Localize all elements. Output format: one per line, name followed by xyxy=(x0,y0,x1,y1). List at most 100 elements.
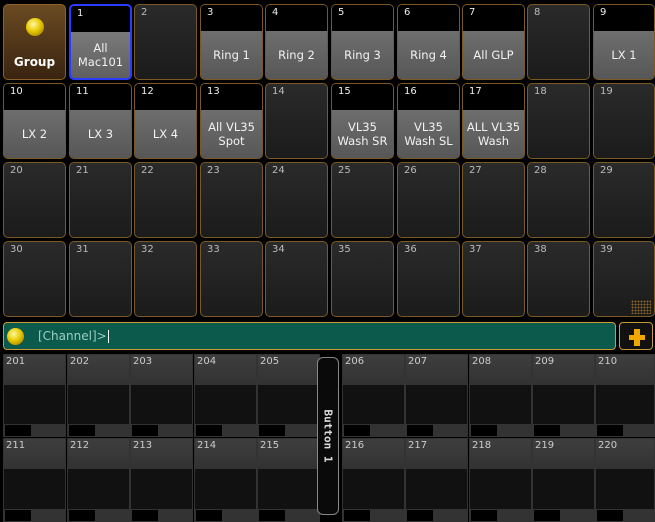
executor-219[interactable]: 219 xyxy=(532,438,595,522)
executor-216[interactable]: 216 xyxy=(342,438,405,522)
group-cell-27[interactable]: 27 xyxy=(462,162,525,238)
executor-fader-indicator xyxy=(69,510,95,521)
executor-204[interactable]: 204 xyxy=(194,354,257,437)
group-cell-12[interactable]: LX 4 12 xyxy=(134,83,197,159)
group-cell-number: 10 xyxy=(10,86,23,97)
group-cell-8[interactable]: 8 xyxy=(527,4,590,80)
executor-fader-indicator xyxy=(132,425,158,436)
executor-footer xyxy=(533,424,594,436)
group-cell-14[interactable]: 14 xyxy=(265,83,328,159)
group-cell-24[interactable]: 24 xyxy=(265,162,328,238)
group-cell-39[interactable]: 39 xyxy=(593,241,655,317)
group-cell-label: LX 1 xyxy=(594,31,654,79)
group-cell-15[interactable]: VL35 Wash SR 15 xyxy=(331,83,394,159)
command-line[interactable]: [Channel]> xyxy=(3,322,616,350)
executor-210[interactable]: 210 xyxy=(595,354,655,437)
group-cell-35[interactable]: 35 xyxy=(331,241,394,317)
command-line-input[interactable]: [Channel]> xyxy=(38,329,109,343)
executor-218[interactable]: 218 xyxy=(469,438,532,522)
executor-209[interactable]: 209 xyxy=(532,354,595,437)
button-1-label: Button 1 xyxy=(321,409,335,463)
resize-grip-icon[interactable] xyxy=(631,300,651,314)
group-cell-label: LX 2 xyxy=(4,110,65,158)
group-cell-34[interactable]: 34 xyxy=(265,241,328,317)
group-cell-36[interactable]: 36 xyxy=(397,241,460,317)
executor-213[interactable]: 213 xyxy=(130,438,193,522)
executor-202[interactable]: 202 xyxy=(67,354,130,437)
group-pool: Group All Mac101 1 2 Ring 1 3 Ring 2 4 Ring 3 5 Ri… xyxy=(3,4,655,320)
group-cell-19[interactable]: 19 xyxy=(593,83,655,159)
executor-body xyxy=(68,469,129,509)
group-cell-number: 27 xyxy=(469,165,482,176)
executor-footer xyxy=(258,509,319,521)
group-cell-25[interactable]: 25 xyxy=(331,162,394,238)
group-cell-30[interactable]: 30 xyxy=(3,241,66,317)
group-cell-6[interactable]: Ring 4 6 xyxy=(397,4,460,80)
group-cell-number: 20 xyxy=(10,165,23,176)
group-pool-header[interactable]: Group xyxy=(3,4,66,80)
group-cell-33[interactable]: 33 xyxy=(200,241,263,317)
group-cell-16[interactable]: VL35 Wash SL 16 xyxy=(397,83,460,159)
executor-footer xyxy=(4,424,65,436)
executor-207[interactable]: 207 xyxy=(405,354,468,437)
executor-fader-indicator xyxy=(196,425,222,436)
executor-number: 207 xyxy=(408,356,428,367)
group-cell-7[interactable]: All GLP 7 xyxy=(462,4,525,80)
plus-button[interactable] xyxy=(619,322,653,350)
group-cell-label: Ring 3 xyxy=(332,31,393,79)
executor-201[interactable]: 201 xyxy=(3,354,66,437)
executor-number: 215 xyxy=(260,440,280,451)
executor-205[interactable]: 205 xyxy=(257,354,320,437)
group-cell-number: 9 xyxy=(600,7,607,18)
executor-footer xyxy=(195,509,256,521)
group-cell-1[interactable]: All Mac101 1 xyxy=(69,4,132,80)
group-cell-3[interactable]: Ring 1 3 xyxy=(200,4,263,80)
group-cell-9[interactable]: LX 1 9 xyxy=(593,4,655,80)
group-cell-11[interactable]: LX 3 11 xyxy=(69,83,132,159)
group-cell-28[interactable]: 28 xyxy=(527,162,590,238)
group-cell-32[interactable]: 32 xyxy=(134,241,197,317)
group-cell-20[interactable]: 20 xyxy=(3,162,66,238)
executor-body xyxy=(4,385,65,425)
group-cell-38[interactable]: 38 xyxy=(527,241,590,317)
executor-217[interactable]: 217 xyxy=(405,438,468,522)
group-cell-5[interactable]: Ring 3 5 xyxy=(331,4,394,80)
executor-body xyxy=(343,385,404,425)
executor-220[interactable]: 220 xyxy=(595,438,655,522)
group-cell-26[interactable]: 26 xyxy=(397,162,460,238)
group-cell-label: Ring 4 xyxy=(398,31,459,79)
executor-212[interactable]: 212 xyxy=(67,438,130,522)
group-cell-10[interactable]: LX 2 10 xyxy=(3,83,66,159)
executor-fader-indicator xyxy=(344,510,370,521)
group-cell-18[interactable]: 18 xyxy=(527,83,590,159)
executor-number: 212 xyxy=(70,440,90,451)
group-cell-number: 35 xyxy=(338,244,351,255)
group-cell-23[interactable]: 23 xyxy=(200,162,263,238)
button-1[interactable]: Button 1 xyxy=(317,357,339,515)
group-cell-number: 34 xyxy=(272,244,285,255)
executor-206[interactable]: 206 xyxy=(342,354,405,437)
group-cell-number: 26 xyxy=(404,165,417,176)
group-cell-4[interactable]: Ring 2 4 xyxy=(265,4,328,80)
executor-208[interactable]: 208 xyxy=(469,354,532,437)
executor-211[interactable]: 211 xyxy=(3,438,66,522)
group-cell-21[interactable]: 21 xyxy=(69,162,132,238)
group-cell-29[interactable]: 29 xyxy=(593,162,655,238)
group-cell-17[interactable]: ALL VL35 Wash 17 xyxy=(462,83,525,159)
group-cell-37[interactable]: 37 xyxy=(462,241,525,317)
group-cell-label: ALL VL35 Wash xyxy=(463,110,524,158)
group-cell-22[interactable]: 22 xyxy=(134,162,197,238)
executor-label-area: 218 xyxy=(470,439,531,469)
group-cell-2[interactable]: 2 xyxy=(134,4,197,80)
group-cell-number: 32 xyxy=(141,244,154,255)
group-cell-number: 23 xyxy=(207,165,220,176)
executor-footer xyxy=(68,424,129,436)
executor-footer xyxy=(131,424,192,436)
executor-214[interactable]: 214 xyxy=(194,438,257,522)
executor-215[interactable]: 215 xyxy=(257,438,320,522)
group-cell-13[interactable]: All VL35 Spot 13 xyxy=(200,83,263,159)
executor-footer xyxy=(470,424,531,436)
executor-203[interactable]: 203 xyxy=(130,354,193,437)
group-cell-31[interactable]: 31 xyxy=(69,241,132,317)
group-cell-number: 18 xyxy=(534,86,547,97)
